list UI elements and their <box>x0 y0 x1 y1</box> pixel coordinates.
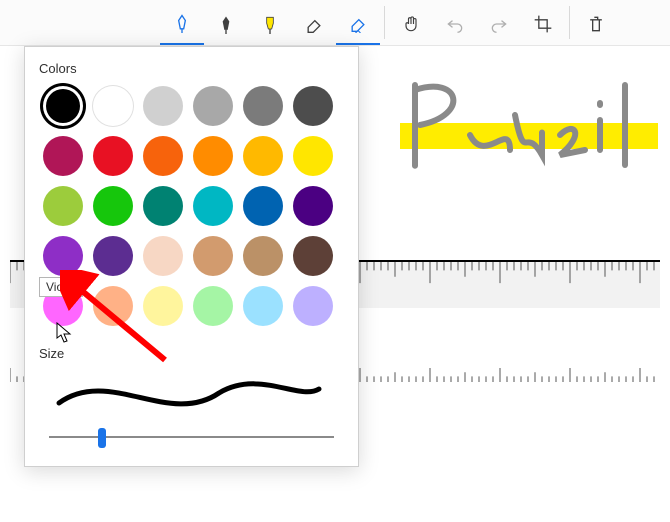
separator <box>569 6 570 39</box>
color-swatch[interactable] <box>243 236 283 276</box>
color-swatch[interactable] <box>93 86 133 126</box>
color-swatch[interactable] <box>43 86 83 126</box>
toolbar <box>0 0 670 46</box>
tool-eraser-stroke[interactable] <box>336 0 380 45</box>
tool-ballpoint[interactable] <box>160 0 204 45</box>
color-swatch[interactable] <box>293 286 333 326</box>
color-swatch[interactable] <box>43 136 83 176</box>
tool-delete[interactable] <box>574 0 618 45</box>
tool-undo[interactable] <box>433 0 477 45</box>
pen-nib-icon <box>172 13 192 33</box>
tool-redo[interactable] <box>477 0 521 45</box>
tool-eraser[interactable] <box>292 0 336 45</box>
tool-touch-writing[interactable] <box>389 0 433 45</box>
color-swatch[interactable] <box>243 86 283 126</box>
tool-highlighter[interactable] <box>248 0 292 45</box>
eraser-icon <box>304 14 324 34</box>
size-slider[interactable] <box>49 426 334 448</box>
color-swatch[interactable] <box>193 186 233 226</box>
color-swatch[interactable] <box>293 136 333 176</box>
hand-icon <box>401 14 421 34</box>
redo-icon <box>489 14 509 34</box>
trash-icon <box>586 14 606 34</box>
color-size-panel: Colors Size <box>24 46 359 467</box>
color-swatch[interactable] <box>193 86 233 126</box>
color-swatch[interactable] <box>143 136 183 176</box>
colors-heading: Colors <box>39 61 344 76</box>
color-swatch[interactable] <box>243 286 283 326</box>
color-swatch[interactable] <box>43 186 83 226</box>
color-swatch[interactable] <box>143 186 183 226</box>
color-swatch[interactable] <box>93 136 133 176</box>
color-swatch[interactable] <box>243 186 283 226</box>
color-swatch[interactable] <box>193 136 233 176</box>
separator <box>384 6 385 39</box>
color-swatch[interactable] <box>93 186 133 226</box>
color-swatch[interactable] <box>193 286 233 326</box>
eraser-stroke-icon <box>348 13 368 33</box>
annotation-arrow <box>60 270 180 380</box>
color-swatch[interactable] <box>293 86 333 126</box>
tool-pencil[interactable] <box>204 0 248 45</box>
crop-icon <box>533 14 553 34</box>
color-swatch[interactable] <box>293 236 333 276</box>
tool-crop[interactable] <box>521 0 565 45</box>
slider-thumb[interactable] <box>98 428 106 448</box>
highlighter-icon <box>260 14 280 34</box>
pen-nib-fill-icon <box>216 14 236 34</box>
color-swatch[interactable] <box>243 136 283 176</box>
color-swatch[interactable] <box>143 86 183 126</box>
color-swatch[interactable] <box>193 236 233 276</box>
color-swatch[interactable] <box>293 186 333 226</box>
slider-rail <box>49 436 334 438</box>
canvas-handwriting <box>360 55 660 215</box>
cursor-pointer-icon <box>56 322 74 344</box>
undo-icon <box>445 14 465 34</box>
